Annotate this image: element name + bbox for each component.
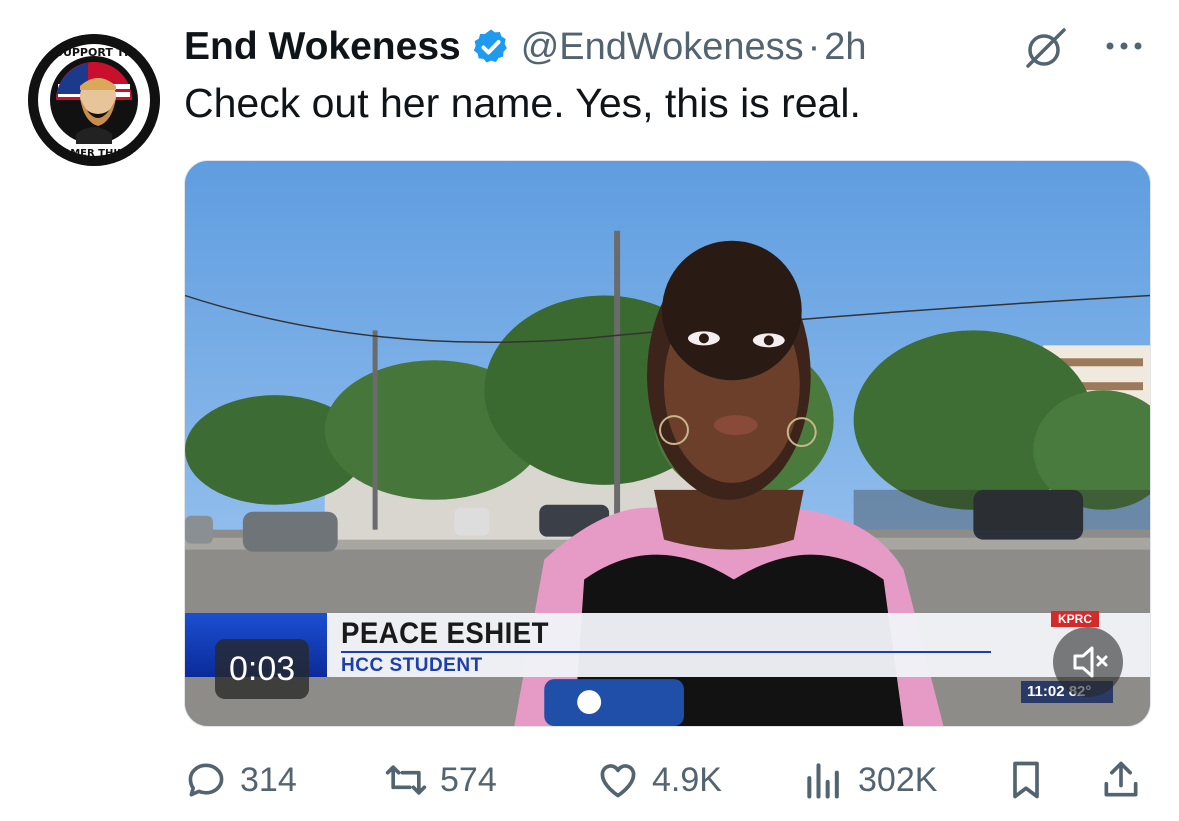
tweet-header: End Wokeness @EndWokeness · 2h — [184, 22, 867, 72]
tweet-text: Check out her name. Yes, this is real. — [184, 80, 861, 126]
mute-icon — [1073, 646, 1108, 678]
user-handle[interactable]: @EndWokeness — [521, 26, 804, 69]
lower-third-name: PEACE ESHIET — [341, 617, 549, 650]
verified-badge-icon[interactable] — [471, 27, 511, 67]
grok-icon[interactable] — [1022, 24, 1070, 72]
video-timestamp: 0:03 — [215, 639, 310, 699]
lower-third-title: HCC STUDENT — [341, 655, 483, 676]
repost-button[interactable]: 574 — [384, 750, 497, 810]
bookmark-icon — [1013, 761, 1039, 799]
bookmark-button[interactable] — [1004, 750, 1048, 810]
tweet-actions: 314 574 4.9K 302K — [184, 750, 1151, 810]
reply-button[interactable]: 314 — [184, 750, 297, 810]
post-time[interactable]: 2h — [824, 26, 866, 69]
avatar[interactable]: I SUPPORT THE FORMER THINGS — [28, 34, 160, 166]
like-count: 4.9K — [652, 760, 722, 799]
news-lower-third: PEACE ESHIET HCC STUDENT — [185, 613, 1150, 677]
heart-icon — [600, 764, 636, 798]
views-icon — [807, 763, 839, 799]
repost-icon — [385, 765, 427, 795]
avatar-image: I SUPPORT THE FORMER THINGS — [28, 34, 160, 166]
share-button[interactable] — [1099, 750, 1143, 810]
views-button[interactable]: 302K — [802, 750, 937, 810]
separator-dot: · — [807, 25, 821, 68]
reply-count: 314 — [240, 760, 297, 799]
mute-button[interactable] — [1053, 627, 1123, 697]
like-button[interactable]: 4.9K — [596, 750, 722, 810]
more-icon[interactable] — [1100, 30, 1148, 62]
avatar-text-bottom: FORMER THINGS — [47, 148, 141, 159]
video-player[interactable]: PEACE ESHIET HCC STUDENT KPRC 11:02 82° … — [184, 160, 1151, 727]
avatar-text-top: I SUPPORT THE — [47, 46, 141, 59]
repost-count: 574 — [440, 760, 497, 799]
views-count: 302K — [858, 760, 938, 799]
display-name[interactable]: End Wokeness — [184, 25, 461, 69]
lower-third-divider — [341, 651, 991, 653]
share-icon — [1104, 761, 1138, 797]
station-logo: KPRC — [1051, 611, 1099, 627]
reply-icon — [188, 763, 224, 797]
